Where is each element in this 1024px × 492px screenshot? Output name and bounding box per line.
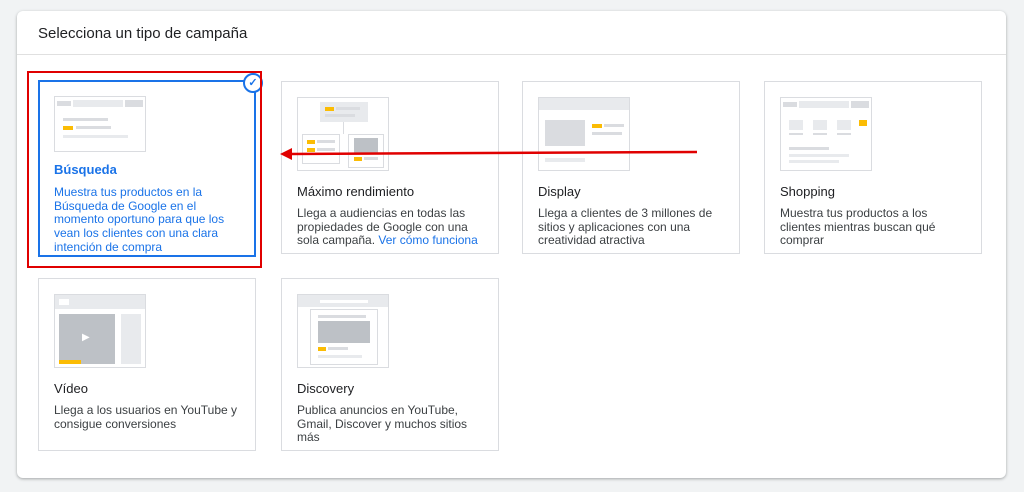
card-shopping[interactable]: Shopping Muestra tus productos a los cli…: [764, 81, 982, 254]
card-display[interactable]: Display Llega a clientes de 3 millones d…: [522, 81, 740, 254]
card-title: Discovery: [297, 381, 355, 396]
panel-title: Selecciona un tipo de campaña: [38, 25, 248, 42]
card-description: Llega a los usuarios en YouTube y consig…: [54, 403, 238, 431]
card-description: Muestra tus productos en la Búsqueda de …: [54, 185, 225, 254]
performance-max-thumbnail: [297, 97, 389, 171]
card-description: Publica anuncios en YouTube, Gmail, Disc…: [297, 403, 468, 445]
card-title: Vídeo: [54, 381, 88, 396]
discovery-thumbnail: [297, 294, 389, 368]
card-title: Shopping: [780, 184, 835, 199]
card-discovery[interactable]: Discovery Publica anuncios en YouTube, G…: [281, 278, 499, 451]
card-description: Muestra tus productos a los clientes mie…: [780, 206, 936, 248]
divider: [17, 54, 1006, 55]
card-busqueda[interactable]: Búsqueda Muestra tus productos en la Bús…: [38, 73, 263, 257]
how-it-works-link[interactable]: Ver cómo funciona: [378, 233, 477, 248]
display-thumbnail: [538, 97, 630, 171]
card-maximo-rendimiento[interactable]: Máximo rendimiento Llega a audiencias en…: [281, 81, 499, 254]
card-description: Llega a clientes de 3 millones de sitios…: [538, 206, 713, 248]
check-circle-icon: ✓: [243, 73, 263, 93]
card-title: Máximo rendimiento: [297, 184, 415, 199]
card-title: Display: [538, 184, 581, 199]
search-thumbnail: [54, 96, 146, 152]
card-video[interactable]: ▶ Vídeo Llega a los usuarios en YouTube …: [38, 278, 256, 451]
card-title: Búsqueda: [54, 162, 117, 177]
video-thumbnail: ▶: [54, 294, 146, 368]
card-description: Llega a audiencias en todas las propieda…: [297, 206, 487, 248]
play-icon: ▶: [82, 332, 90, 343]
shopping-thumbnail: [780, 97, 872, 171]
